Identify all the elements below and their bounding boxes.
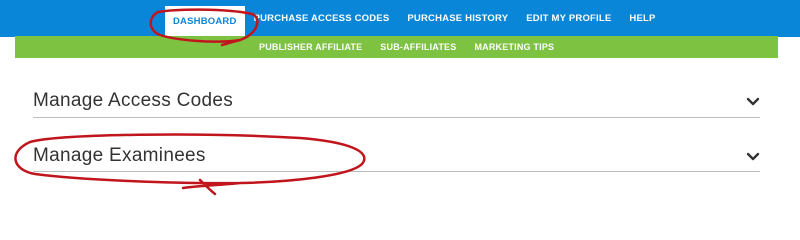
top-nav-items: DASHBOARD PURCHASE ACCESS CODES PURCHASE… — [165, 0, 665, 37]
subnav-publisher-affiliate[interactable]: PUBLISHER AFFILIATE — [250, 42, 371, 52]
page: DASHBOARD PURCHASE ACCESS CODES PURCHASE… — [0, 0, 800, 202]
nav-tab-edit-my-profile[interactable]: EDIT MY PROFILE — [517, 0, 620, 37]
chevron-down-icon[interactable] — [746, 152, 760, 162]
section-title: Manage Access Codes — [33, 90, 234, 111]
subnav-sub-affiliates[interactable]: SUB-AFFILIATES — [371, 42, 465, 52]
nav-tab-purchase-access-codes[interactable]: PURCHASE ACCESS CODES — [245, 0, 399, 37]
section-title: Manage Examinees — [33, 145, 206, 166]
chevron-down-icon[interactable] — [746, 97, 760, 107]
accordion-manage-access-codes[interactable]: Manage Access Codes — [33, 86, 760, 118]
nav-tab-dashboard[interactable]: DASHBOARD — [165, 6, 245, 37]
accordion-manage-examinees[interactable]: Manage Examinees — [33, 140, 760, 172]
nav-tab-help[interactable]: HELP — [620, 0, 664, 37]
sub-nav-items: PUBLISHER AFFILIATE SUB-AFFILIATES MARKE… — [250, 36, 563, 58]
sub-navigation-bar: PUBLISHER AFFILIATE SUB-AFFILIATES MARKE… — [15, 36, 778, 58]
nav-tab-purchase-history[interactable]: PURCHASE HISTORY — [398, 0, 517, 37]
top-navigation-bar: DASHBOARD PURCHASE ACCESS CODES PURCHASE… — [0, 0, 800, 37]
subnav-marketing-tips[interactable]: MARKETING TIPS — [465, 42, 563, 52]
